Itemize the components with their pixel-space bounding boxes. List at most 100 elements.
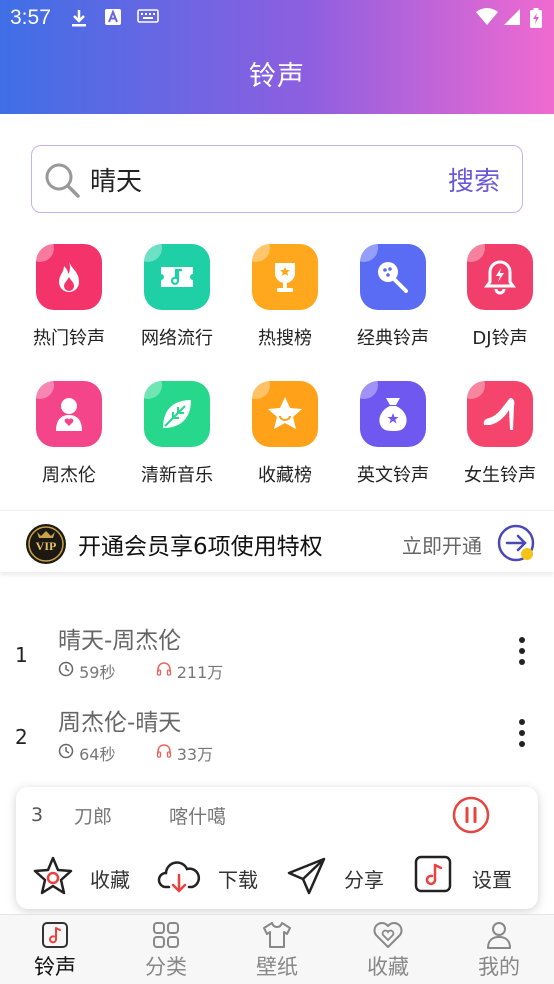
song-meta: 64秒 33万: [58, 741, 213, 765]
headphones-icon: [156, 743, 172, 763]
bottom-navigation: 铃声 分类 壁纸 收藏 我的: [0, 914, 554, 984]
share-label: 分享: [344, 868, 384, 892]
cloud-download-icon: [157, 861, 201, 901]
vip-promo-text: 开通会员享6项使用特权: [78, 534, 323, 560]
money-bag-icon: [360, 381, 426, 447]
search-input[interactable]: 晴天: [90, 161, 142, 198]
bell-icon: [467, 244, 533, 310]
tab-categories[interactable]: 分类: [111, 915, 221, 984]
grid-icon: [153, 922, 179, 948]
user-icon: [487, 922, 511, 949]
microphone-icon: [360, 244, 426, 310]
signal-icon: [503, 8, 521, 30]
star-icon: [252, 381, 318, 447]
category-trending[interactable]: 热搜榜: [231, 240, 339, 350]
category-label: 清新音乐: [141, 465, 213, 486]
category-label: 收藏榜: [258, 465, 312, 486]
category-label: DJ铃声: [472, 328, 528, 349]
clock-icon: [58, 661, 74, 681]
category-classic[interactable]: 经典铃声: [339, 240, 447, 350]
song-title[interactable]: 周杰伦-晴天: [58, 703, 181, 737]
search-box[interactable]: 晴天 搜索: [31, 145, 523, 213]
song-row[interactable]: 1 晴天-周杰伦 59秒 211万: [0, 621, 554, 701]
mini-player: 3 刀郎 喀什噶尔 收藏 下载 分享 设置: [16, 787, 538, 909]
song-plays: 211万: [176, 663, 224, 682]
tab-label: 壁纸: [256, 955, 298, 979]
clock-icon: [58, 743, 74, 763]
song-rank: 2: [15, 725, 28, 749]
vip-badge-icon: VIP: [25, 523, 67, 569]
category-label: 经典铃声: [357, 328, 429, 349]
category-label: 热门铃声: [33, 328, 105, 349]
high-heel-icon: [467, 381, 533, 447]
song-rank: 1: [15, 643, 28, 667]
trophy-icon: [252, 244, 318, 310]
paper-plane-icon: [286, 857, 328, 901]
tab-label: 收藏: [367, 955, 409, 979]
tab-label: 我的: [478, 955, 520, 979]
tab-ringtones[interactable]: 铃声: [0, 915, 110, 984]
download-label: 下载: [218, 868, 258, 892]
category-label: 网络流行: [141, 328, 213, 349]
wifi-icon: [476, 8, 498, 30]
category-dj[interactable]: DJ铃声: [446, 240, 554, 350]
set-ringtone-button[interactable]: 设置: [414, 855, 512, 899]
song-duration: 64秒: [79, 745, 116, 764]
favorite-button[interactable]: 收藏: [32, 855, 130, 901]
download-icon: [70, 8, 88, 32]
vip-badge-text: VIP: [36, 539, 57, 553]
category-label: 热搜榜: [258, 328, 312, 349]
search-button[interactable]: 搜索: [448, 161, 500, 198]
headphones-icon: [156, 661, 172, 681]
app-header: 3:57 铃声: [0, 0, 554, 114]
song-duration: 59秒: [79, 663, 116, 682]
share-button[interactable]: 分享: [286, 855, 384, 901]
category-fresh[interactable]: 清新音乐: [123, 377, 231, 487]
vip-banner[interactable]: VIP 开通会员享6项使用特权 立即开通: [0, 510, 554, 572]
star-outline-icon: [32, 856, 74, 901]
music-note-icon: [414, 855, 454, 899]
leaf-icon: [144, 381, 210, 447]
player-song-marquee: 刀郎 喀什噶尔: [74, 806, 226, 828]
settings-label: 设置: [472, 868, 512, 892]
category-label: 周杰伦: [42, 465, 96, 486]
download-button[interactable]: 下载: [157, 855, 258, 901]
song-meta: 59秒 211万: [58, 659, 223, 683]
tshirt-icon: [263, 922, 291, 948]
tab-wallpapers[interactable]: 壁纸: [222, 915, 332, 984]
category-favorites-chart[interactable]: 收藏榜: [231, 377, 339, 487]
arrow-right-circle-icon[interactable]: [496, 523, 538, 569]
tab-favorites[interactable]: 收藏: [333, 915, 443, 984]
player-rank: 3: [31, 804, 44, 826]
category-jay-chou[interactable]: 周杰伦: [15, 377, 123, 487]
vip-open-link[interactable]: 立即开通: [402, 530, 482, 559]
keyboard-icon: [137, 8, 159, 27]
more-options-icon[interactable]: [510, 717, 534, 751]
keyboard-a-icon: [104, 8, 122, 30]
song-row[interactable]: 2 周杰伦-晴天 64秒 33万: [0, 703, 554, 783]
battery-icon: [530, 8, 542, 32]
song-title[interactable]: 晴天-周杰伦: [58, 621, 181, 655]
tab-label: 分类: [145, 955, 187, 979]
more-options-icon[interactable]: [510, 635, 534, 669]
song-plays: 33万: [176, 745, 214, 764]
category-hot[interactable]: 热门铃声: [15, 240, 123, 350]
person-icon: [36, 381, 102, 447]
status-bar: 3:57: [0, 0, 554, 36]
tab-label: 铃声: [34, 955, 76, 979]
category-popular[interactable]: 网络流行: [123, 240, 231, 350]
tab-profile[interactable]: 我的: [444, 915, 554, 984]
fire-icon: [36, 244, 102, 310]
category-label: 女生铃声: [464, 465, 536, 486]
category-female[interactable]: 女生铃声: [446, 377, 554, 487]
favorite-label: 收藏: [90, 868, 130, 892]
category-label: 英文铃声: [357, 465, 429, 486]
status-time: 3:57: [10, 6, 51, 29]
category-english[interactable]: 英文铃声: [339, 377, 447, 487]
search-icon: [42, 160, 82, 204]
heart-icon: [373, 922, 403, 948]
ringtone-tab-icon: [42, 922, 68, 948]
pause-button[interactable]: [452, 796, 490, 838]
ringtone-app: 3:57 铃声 晴天 搜索 热门铃声 网络流行 热搜榜 经典铃声 DJ铃声 周杰…: [0, 0, 554, 984]
ticket-icon: [144, 244, 210, 310]
